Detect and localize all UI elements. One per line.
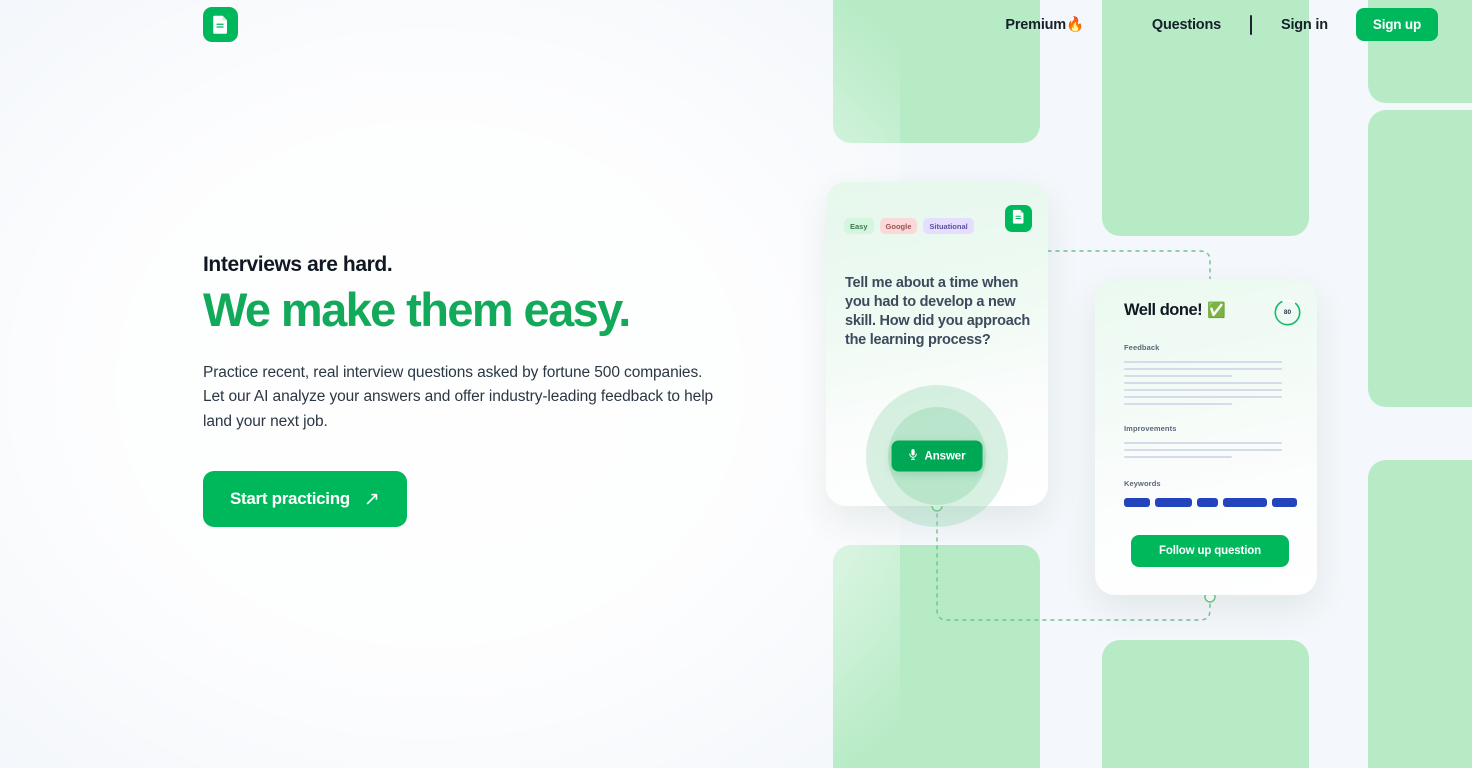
signup-button[interactable]: Sign up	[1355, 8, 1438, 41]
hero-eyebrow: Interviews are hard.	[203, 253, 393, 276]
arrow-up-right-icon: ↗	[363, 488, 380, 510]
feedback-placeholder-lines	[1124, 361, 1282, 410]
nav-item-questions[interactable]: Questions	[1152, 17, 1221, 33]
placeholder-line	[1124, 382, 1282, 384]
placeholder-line	[1124, 403, 1232, 405]
feedback-card: Well done! ✅ 80 Feedback Improvements Ke…	[1095, 279, 1317, 595]
tag-company: Google	[879, 218, 918, 234]
keyword-chip	[1155, 498, 1192, 507]
placeholder-line	[1124, 456, 1232, 458]
keywords-section-label: Keywords	[1124, 479, 1161, 488]
start-practicing-label: Start practicing	[230, 489, 350, 509]
feedback-section-label: Feedback	[1124, 343, 1160, 352]
landing-page: Premium🔥 Questions Sign in Sign up Inter…	[0, 0, 1472, 768]
improvements-placeholder-lines	[1124, 442, 1282, 463]
app-logo[interactable]	[203, 7, 238, 42]
answer-button[interactable]: Answer	[891, 440, 983, 472]
check-mark-icon: ✅	[1207, 302, 1226, 319]
placeholder-line	[1124, 361, 1282, 363]
microphone-icon	[909, 449, 918, 464]
feedback-heading: Well done! ✅	[1124, 301, 1226, 320]
background-block	[1368, 460, 1472, 768]
nav-item-premium-label: Premium	[1005, 17, 1066, 33]
placeholder-line	[1124, 449, 1282, 451]
background-block	[833, 545, 1040, 768]
question-card-logo	[1005, 205, 1032, 232]
question-tags: Easy Google Situational	[844, 218, 974, 234]
nav-links: Premium🔥 Questions Sign in Sign up	[1005, 0, 1472, 49]
document-logo-icon	[212, 15, 229, 34]
document-logo-icon	[1012, 209, 1025, 229]
follow-up-question-button[interactable]: Follow up question	[1131, 535, 1289, 567]
answer-button-label: Answer	[924, 450, 966, 462]
keyword-chip	[1197, 498, 1218, 507]
feedback-heading-label: Well done!	[1124, 301, 1203, 319]
connector-path-top	[1047, 250, 1211, 280]
keyword-chip	[1223, 498, 1267, 507]
tag-type: Situational	[923, 218, 974, 234]
question-text: Tell me about a time when you had to dev…	[845, 275, 1030, 349]
placeholder-line	[1124, 375, 1232, 377]
keyword-chips	[1124, 498, 1297, 507]
nav-item-premium[interactable]: Premium🔥	[1005, 16, 1084, 33]
placeholder-line	[1124, 442, 1282, 444]
placeholder-line	[1124, 389, 1282, 391]
background-block	[1368, 110, 1472, 407]
improvements-section-label: Improvements	[1124, 424, 1177, 433]
hero-section: Interviews are hard. We make them easy. …	[203, 252, 733, 528]
score-ring: 80	[1273, 298, 1302, 327]
start-practicing-button[interactable]: Start practicing ↗	[203, 471, 407, 528]
nav-divider	[1249, 14, 1252, 35]
keyword-chip	[1272, 498, 1297, 507]
nav-item-signin[interactable]: Sign in	[1281, 17, 1328, 33]
fire-icon: 🔥	[1066, 17, 1084, 33]
hero-subtitle: Practice recent, real interview question…	[203, 363, 714, 430]
score-value: 80	[1283, 309, 1292, 316]
background-block	[1102, 640, 1309, 768]
tag-difficulty: Easy	[844, 218, 874, 234]
placeholder-line	[1124, 396, 1282, 398]
page-title: We make them easy.	[203, 283, 631, 337]
top-navigation: Premium🔥 Questions Sign in Sign up	[0, 0, 1472, 49]
keyword-chip	[1124, 498, 1150, 507]
placeholder-line	[1124, 368, 1282, 370]
